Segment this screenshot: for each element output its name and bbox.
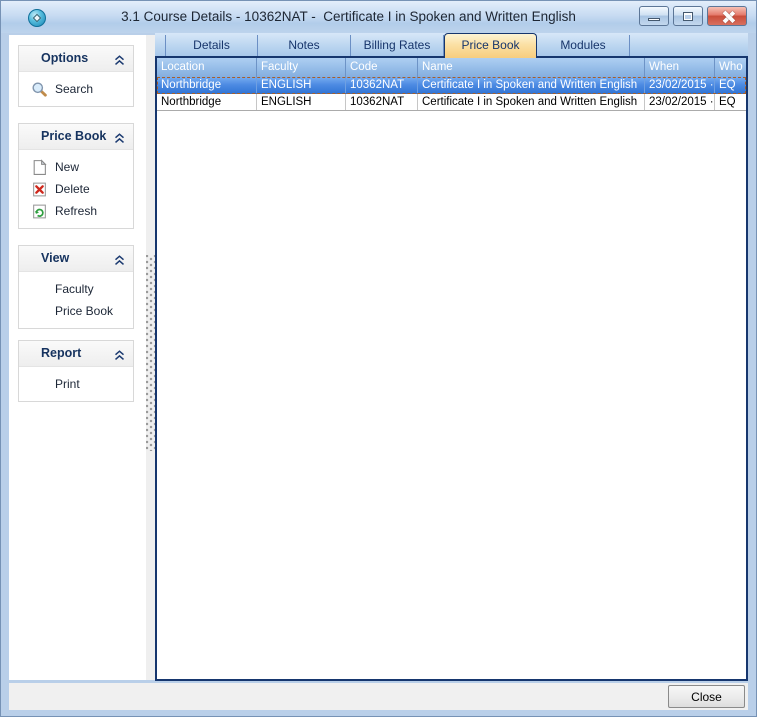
search-icon xyxy=(31,81,48,98)
cell-when: 23/02/2015 · xyxy=(645,94,715,110)
section-report: Report Print xyxy=(18,340,134,402)
section-options: Options Search xyxy=(18,45,134,107)
table-row[interactable]: NorthbridgeENGLISH10362NATCertificate I … xyxy=(157,77,746,94)
bottom-bar: Close xyxy=(9,683,748,710)
section-title: Report xyxy=(41,346,81,360)
column-header-location[interactable]: Location xyxy=(157,58,257,77)
column-header-faculty[interactable]: Faculty xyxy=(257,58,346,77)
column-header-code[interactable]: Code xyxy=(346,58,418,77)
section-header-report[interactable]: Report xyxy=(19,341,133,367)
section-body: Search xyxy=(19,72,133,106)
section-body: New Delete Refresh xyxy=(19,150,133,228)
tab-modules[interactable]: Modules xyxy=(537,35,630,56)
column-header-name[interactable]: Name xyxy=(418,58,645,77)
no-icon xyxy=(31,281,48,298)
close-icon xyxy=(722,11,734,23)
app-icon xyxy=(28,9,46,27)
sidebar-item-label: New xyxy=(55,160,79,174)
app-icon-diamond xyxy=(33,14,41,22)
sidebar-item-label: Delete xyxy=(55,182,90,196)
column-header-who[interactable]: Who xyxy=(715,58,746,77)
cell-location: Northbridge xyxy=(157,94,257,110)
collapse-chevron-icon[interactable] xyxy=(114,131,125,142)
section-view: View Faculty Price Book xyxy=(18,245,134,329)
cell-code: 10362NAT xyxy=(346,94,418,110)
minimize-button[interactable] xyxy=(639,6,669,26)
cell-code: 10362NAT xyxy=(346,77,418,93)
sidebar-item-label: Faculty xyxy=(55,282,94,296)
tab-billing-rates[interactable]: Billing Rates xyxy=(351,35,444,56)
window: 3.1 Course Details - 10362NAT - Certific… xyxy=(0,0,757,717)
collapse-chevron-icon[interactable] xyxy=(114,348,125,359)
sidebar-item-print[interactable]: Print xyxy=(19,373,133,395)
content-panel: LocationFacultyCodeNameWhenWho Northbrid… xyxy=(155,58,748,681)
section-header-price-book[interactable]: Price Book xyxy=(19,124,133,150)
sidebar: Options Search Price Book New Delete Refresh V… xyxy=(9,35,146,680)
sidebar-item-label: Refresh xyxy=(55,204,97,218)
refresh-icon xyxy=(31,203,48,220)
no-icon xyxy=(31,376,48,393)
sidebar-item-label: Price Book xyxy=(55,304,113,318)
sidebar-item-faculty[interactable]: Faculty xyxy=(19,278,133,300)
cell-faculty: ENGLISH xyxy=(257,94,346,110)
window-title: 3.1 Course Details - 10362NAT - Certific… xyxy=(61,1,636,33)
sidebar-item-refresh[interactable]: Refresh xyxy=(19,200,133,222)
section-title: Options xyxy=(41,51,88,65)
tab-price-book[interactable]: Price Book xyxy=(444,33,537,58)
section-header-options[interactable]: Options xyxy=(19,46,133,72)
titlebar[interactable]: 3.1 Course Details - 10362NAT - Certific… xyxy=(1,1,756,33)
table-header: LocationFacultyCodeNameWhenWho xyxy=(157,58,746,77)
splitter-grip-icon[interactable] xyxy=(146,255,155,451)
collapse-chevron-icon[interactable] xyxy=(114,253,125,264)
sidebar-item-delete[interactable]: Delete xyxy=(19,178,133,200)
collapse-chevron-icon[interactable] xyxy=(114,53,125,64)
sidebar-item-price-book[interactable]: Price Book xyxy=(19,300,133,322)
table-body: NorthbridgeENGLISH10362NATCertificate I … xyxy=(157,77,746,111)
tab-notes[interactable]: Notes xyxy=(258,35,351,56)
section-title: Price Book xyxy=(41,129,106,143)
no-icon xyxy=(31,303,48,320)
window-controls xyxy=(639,6,747,26)
close-button[interactable]: Close xyxy=(668,685,745,708)
sidebar-item-label: Print xyxy=(55,377,80,391)
sidebar-item-new[interactable]: New xyxy=(19,156,133,178)
table-row[interactable]: NorthbridgeENGLISH10362NATCertificate I … xyxy=(157,94,746,111)
tab-details[interactable]: Details xyxy=(165,35,258,56)
maximize-icon xyxy=(683,12,693,21)
column-header-when[interactable]: When xyxy=(645,58,715,77)
section-title: View xyxy=(41,251,69,265)
cell-location: Northbridge xyxy=(157,77,257,93)
section-header-view[interactable]: View xyxy=(19,246,133,272)
cell-when: 23/02/2015 · xyxy=(645,77,715,93)
cell-faculty: ENGLISH xyxy=(257,77,346,93)
main-panel: DetailsNotesBilling RatesPrice BookModul… xyxy=(155,33,748,681)
new-icon xyxy=(31,159,48,176)
cell-who: EQ xyxy=(715,94,746,110)
cell-name: Certificate I in Spoken and Written Engl… xyxy=(418,94,645,110)
cell-who: EQ xyxy=(715,77,746,93)
sidebar-item-label: Search xyxy=(55,82,93,96)
section-price-book: Price Book New Delete Refresh xyxy=(18,123,134,229)
section-body: Faculty Price Book xyxy=(19,272,133,328)
section-body: Print xyxy=(19,367,133,401)
minimize-icon xyxy=(648,18,660,21)
delete-icon xyxy=(31,181,48,198)
cell-name: Certificate I in Spoken and Written Engl… xyxy=(418,77,645,93)
sidebar-item-search[interactable]: Search xyxy=(19,78,133,100)
close-window-button[interactable] xyxy=(707,6,747,26)
maximize-button[interactable] xyxy=(673,6,703,26)
tab-strip: DetailsNotesBilling RatesPrice BookModul… xyxy=(155,33,748,58)
splitter[interactable] xyxy=(146,35,155,680)
